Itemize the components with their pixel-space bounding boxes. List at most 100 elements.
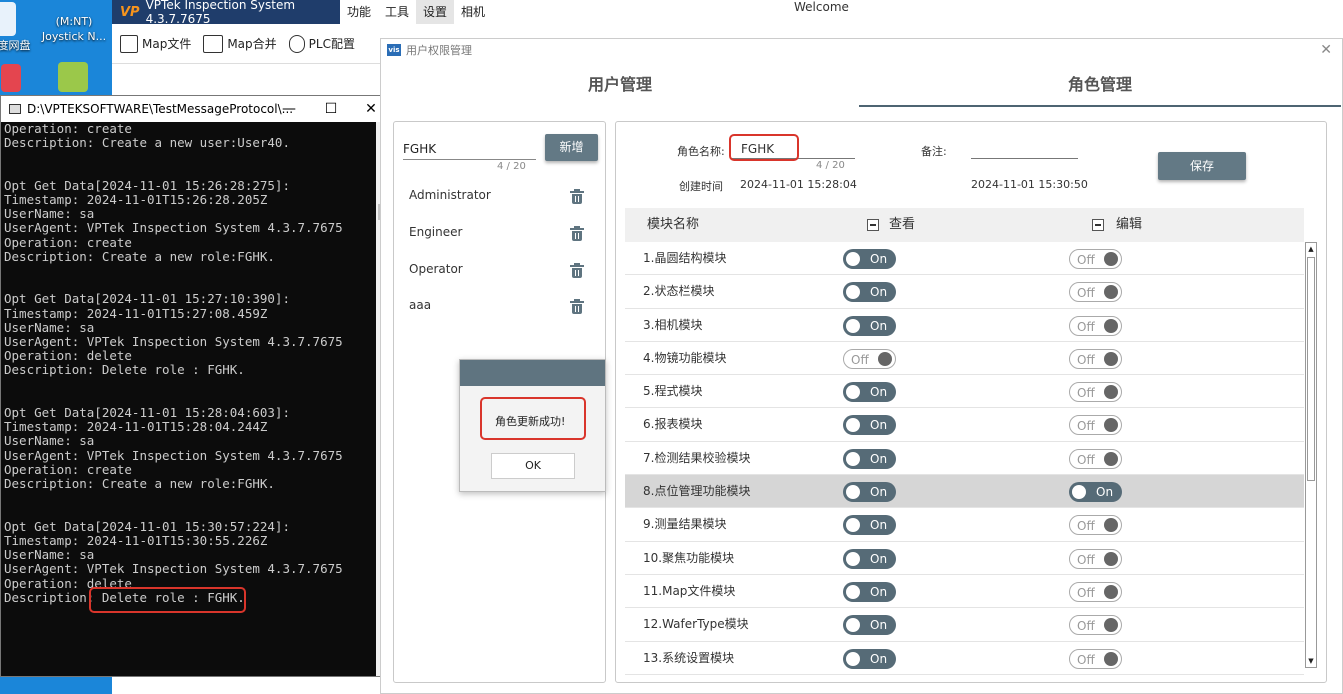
module-row: 7.检测结果校验模块 On Off — [625, 442, 1304, 476]
map-merge-label: Map合并 — [227, 37, 277, 51]
view-toggle[interactable]: On — [843, 548, 896, 569]
edit-toggle[interactable]: Off — [1069, 615, 1122, 636]
module-name: 2.状态栏模块 — [643, 284, 715, 299]
plc-icon — [288, 34, 305, 53]
edit-toggle[interactable]: Off — [1069, 382, 1122, 403]
edit-select-all-checkbox[interactable] — [1092, 219, 1104, 231]
toggle-knob — [846, 618, 860, 633]
remark-field[interactable] — [971, 142, 1077, 156]
toggle-label: Off — [1077, 585, 1095, 600]
toggle-label: On — [870, 518, 888, 533]
module-name: 13.系统设置模块 — [643, 650, 735, 665]
tab-user-management[interactable]: 用户管理 — [381, 61, 859, 107]
module-table-scrollbar[interactable]: ▲ ▼ — [1305, 242, 1317, 668]
desktop-icon-joystick[interactable]: (M:NT) Joystick N... — [40, 14, 108, 44]
view-toggle[interactable]: On — [843, 615, 896, 636]
toggle-label: On — [870, 385, 888, 400]
column-module-name: 模块名称 — [647, 217, 700, 232]
menu-settings[interactable]: 设置 — [416, 0, 455, 24]
delete-role-icon[interactable] — [570, 263, 584, 278]
view-toggle[interactable]: On — [843, 515, 896, 536]
toggle-knob — [846, 285, 860, 300]
tool-icon — [58, 62, 88, 92]
view-toggle[interactable]: Off — [843, 348, 896, 369]
map-file-button[interactable]: Map文件 — [120, 34, 192, 53]
toggle-knob — [1104, 252, 1118, 266]
view-toggle[interactable]: On — [843, 482, 896, 503]
view-select-all-checkbox[interactable] — [867, 219, 879, 231]
view-toggle[interactable]: On — [843, 315, 896, 336]
ok-button[interactable]: OK — [491, 453, 575, 479]
view-toggle[interactable]: On — [843, 282, 896, 303]
view-toggle[interactable]: On — [843, 382, 896, 403]
role-item-aaa[interactable]: aaa — [409, 298, 431, 312]
edit-toggle[interactable]: Off — [1069, 648, 1122, 669]
role-item-operator[interactable]: Operator — [409, 262, 463, 276]
toggle-label: Off — [1077, 352, 1095, 367]
desktop-icon-tool[interactable] — [52, 62, 94, 94]
created-time-value: 2024-11-01 15:28:04 — [740, 178, 857, 191]
toggle-label: On — [1096, 485, 1114, 500]
module-name: 10.聚焦功能模块 — [643, 550, 735, 565]
highlight-box-message — [480, 397, 586, 440]
desktop-icon-app[interactable] — [0, 64, 22, 94]
merge-icon — [203, 34, 224, 53]
delete-role-icon[interactable] — [570, 226, 584, 241]
module-name: 3.相机模块 — [643, 317, 703, 332]
module-name: 7.检测结果校验模块 — [643, 450, 751, 465]
module-name: 1.晶圆结构模块 — [643, 251, 727, 265]
plc-config-button[interactable]: PLC配置 — [288, 34, 355, 53]
role-item-administrator[interactable]: Administrator — [409, 188, 491, 202]
edit-toggle[interactable]: Off — [1069, 348, 1122, 369]
toggle-label: On — [870, 651, 888, 666]
menu-function[interactable]: 功能 — [340, 0, 378, 24]
toggle-label: On — [870, 551, 888, 566]
module-row: 3.相机模块 On Off — [625, 309, 1304, 342]
column-edit: 编辑 — [1116, 217, 1143, 232]
view-toggle[interactable]: On — [843, 581, 896, 602]
close-icon[interactable]: ✕ — [1320, 42, 1332, 58]
module-row: 10.聚焦功能模块 On Off — [625, 542, 1304, 575]
permission-title: 用户权限管理 — [406, 44, 472, 57]
app-icon — [1, 64, 21, 92]
minimize-button[interactable]: — — [267, 96, 311, 122]
menu-tools[interactable]: 工具 — [378, 0, 416, 24]
map-merge-button[interactable]: Map合并 — [203, 34, 277, 53]
toggle-knob — [1104, 285, 1118, 300]
view-toggle[interactable]: On — [843, 415, 896, 436]
edit-toggle[interactable]: Off — [1069, 282, 1122, 303]
edit-toggle[interactable]: On — [1069, 482, 1122, 503]
maximize-button[interactable]: ☐ — [309, 96, 353, 122]
toggle-label: Off — [1077, 286, 1095, 301]
map-file-label: Map文件 — [142, 37, 192, 51]
toggle-knob — [1104, 418, 1118, 433]
module-name: 8.点位管理功能模块 — [643, 484, 751, 499]
view-toggle[interactable]: On — [843, 448, 896, 469]
edit-toggle[interactable]: Off — [1069, 448, 1122, 469]
scroll-thumb[interactable] — [1307, 257, 1315, 481]
save-button[interactable]: 保存 — [1158, 152, 1246, 180]
scroll-down-icon[interactable]: ▼ — [1306, 655, 1316, 667]
tab-role-management[interactable]: 角色管理 — [859, 61, 1341, 107]
edit-toggle[interactable]: Off — [1069, 249, 1122, 269]
desktop-icon-netdisk[interactable]: 度网盘 — [0, 2, 34, 53]
edit-toggle[interactable]: Off — [1069, 548, 1122, 569]
view-toggle[interactable]: On — [843, 249, 896, 269]
netdisk-icon — [0, 2, 16, 36]
view-toggle[interactable]: On — [843, 648, 896, 669]
edit-toggle[interactable]: Off — [1069, 415, 1122, 436]
edit-toggle[interactable]: Off — [1069, 515, 1122, 536]
role-item-engineer[interactable]: Engineer — [409, 225, 462, 239]
role-input-counter: 4 / 20 — [497, 161, 526, 172]
toggle-label: Off — [1077, 386, 1095, 401]
delete-role-icon[interactable] — [570, 189, 584, 204]
delete-role-icon[interactable] — [570, 299, 584, 314]
menu-camera[interactable]: 相机 — [454, 0, 492, 24]
add-role-button[interactable]: 新增 — [545, 134, 598, 161]
edit-toggle[interactable]: Off — [1069, 581, 1122, 602]
welcome-text: Welcome — [794, 0, 849, 14]
created-time-label: 创建时间 — [679, 180, 723, 193]
new-role-input[interactable]: FGHK — [403, 136, 536, 160]
edit-toggle[interactable]: Off — [1069, 315, 1122, 336]
scroll-up-icon[interactable]: ▲ — [1306, 243, 1316, 255]
